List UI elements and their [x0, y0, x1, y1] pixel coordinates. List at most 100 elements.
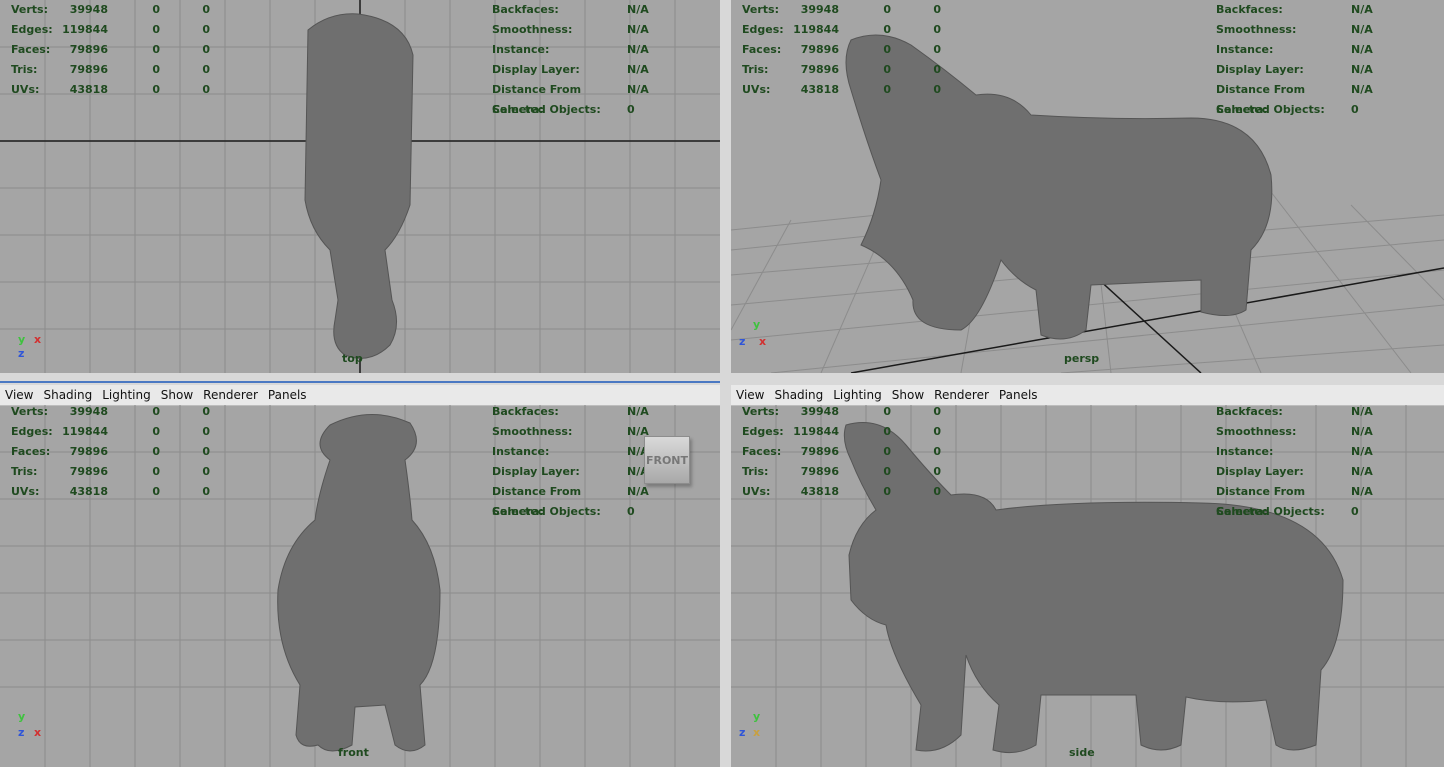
- hud-label: Display Layer:: [1216, 63, 1304, 76]
- hud-row: Edges: 119844 0 0: [0, 422, 210, 442]
- hud-value: 43818: [69, 485, 108, 498]
- hud-row: Display Layer: N/A: [1216, 462, 1391, 482]
- hud-value: 79896: [69, 465, 108, 478]
- camera-label: side: [1069, 746, 1095, 759]
- hud-row: Display Layer: N/A: [492, 60, 667, 80]
- menu-shading[interactable]: Shading: [769, 388, 828, 402]
- hud-value: 0: [152, 405, 160, 418]
- hud-value: 0: [933, 43, 941, 56]
- view-cube[interactable]: FRONT: [644, 436, 690, 484]
- hud-value: 0: [933, 405, 941, 418]
- hud-poly-count: Verts: 39948 0 0 Edges: 119844 0 0 Faces: 79896 0 0…: [731, 0, 941, 100]
- hud-label: Instance:: [492, 43, 550, 56]
- hud-value: 0: [883, 83, 891, 96]
- hud-value: 0: [883, 485, 891, 498]
- hud-value: 0: [883, 425, 891, 438]
- viewport-top[interactable]: Verts: 39948 0 0 Edges: 119844 0 0 Faces: 79896 0 0…: [0, 0, 720, 373]
- menu-lighting[interactable]: Lighting: [828, 388, 887, 402]
- hud-label: Tris:: [11, 63, 38, 76]
- hud-value: 0: [202, 485, 210, 498]
- menu-view[interactable]: View: [731, 388, 769, 402]
- hud-label: Faces:: [742, 43, 782, 56]
- camera-label: top: [342, 352, 363, 365]
- menu-show[interactable]: Show: [887, 388, 929, 402]
- hud-row: UVs: 43818 0 0: [731, 80, 941, 100]
- hud-value: 0: [202, 425, 210, 438]
- axis-y-label: y: [753, 318, 761, 331]
- viewport-persp[interactable]: Verts: 39948 0 0 Edges: 119844 0 0 Faces: 79896 0 0…: [731, 0, 1444, 373]
- hud-value: 0: [152, 23, 160, 36]
- hud-label: Selected Objects:: [1216, 505, 1325, 518]
- hud-value: 39948: [69, 3, 108, 16]
- hud-object-info: Backfaces: N/A Smoothness: N/A Instance: N/A D…: [1216, 402, 1391, 522]
- hud-value: 0: [933, 485, 941, 498]
- hud-row: Backfaces: N/A: [1216, 0, 1391, 20]
- hud-value: 0: [202, 63, 210, 76]
- camera-label: front: [338, 746, 369, 759]
- hud-value: 0: [627, 103, 635, 116]
- menu-lighting[interactable]: Lighting: [97, 388, 156, 402]
- hud-row: Edges: 119844 0 0: [731, 20, 941, 40]
- hud-value: 0: [933, 3, 941, 16]
- hud-value: 0: [152, 445, 160, 458]
- menu-panels[interactable]: Panels: [263, 388, 312, 402]
- hud-row: Selected Objects: 0: [1216, 100, 1391, 120]
- menu-show[interactable]: Show: [156, 388, 198, 402]
- hud-value: 0: [152, 485, 160, 498]
- hud-value: N/A: [627, 83, 649, 96]
- hud-value: 0: [152, 425, 160, 438]
- hud-label: Distance From Camera:: [492, 83, 582, 116]
- hud-row: Faces: 79896 0 0: [731, 442, 941, 462]
- hud-row: Distance From Camera: N/A: [492, 482, 667, 518]
- hud-value: 79896: [69, 63, 108, 76]
- hud-value: 0: [933, 425, 941, 438]
- hud-row: Distance From Camera: N/A: [492, 80, 667, 116]
- hud-value: 43818: [800, 83, 839, 96]
- hud-poly-count: Verts: 39948 0 0 Edges: 119844 0 0 Faces: 79896 0 0…: [0, 0, 210, 100]
- menu-shading[interactable]: Shading: [38, 388, 97, 402]
- hud-label: Selected Objects:: [1216, 103, 1325, 116]
- axis-x-label: x: [753, 726, 761, 739]
- hud-value: 0: [1351, 103, 1359, 116]
- viewport-front[interactable]: View Shading Lighting Show Renderer Panels Ve…: [0, 385, 720, 767]
- hud-label: Instance:: [1216, 445, 1274, 458]
- hud-label: Display Layer:: [492, 465, 580, 478]
- hud-value: 0: [933, 445, 941, 458]
- hud-poly-count: Verts: 39948 0 0 Edges: 119844 0 0 Faces: 79896 0 0…: [0, 402, 210, 502]
- hud-value: 119844: [62, 425, 108, 438]
- hud-row: Tris: 79896 0 0: [731, 462, 941, 482]
- hud-row: Instance: N/A: [492, 442, 667, 462]
- hud-row: Tris: 79896 0 0: [731, 60, 941, 80]
- hud-label: Distance From Camera:: [1216, 83, 1306, 116]
- hud-row: Verts: 39948 0 0: [0, 402, 210, 422]
- hud-row: UVs: 43818 0 0: [0, 80, 210, 100]
- hud-value: N/A: [1351, 63, 1373, 76]
- viewport-side[interactable]: View Shading Lighting Show Renderer Panels Ve…: [731, 385, 1444, 767]
- hud-value: 43818: [800, 485, 839, 498]
- hud-value: 0: [152, 63, 160, 76]
- menu-renderer[interactable]: Renderer: [198, 388, 263, 402]
- menu-renderer[interactable]: Renderer: [929, 388, 994, 402]
- hud-row: Selected Objects: 0: [492, 502, 667, 522]
- hud-value: 0: [152, 3, 160, 16]
- menu-view[interactable]: View: [0, 388, 38, 402]
- hud-value: 0: [883, 63, 891, 76]
- hud-value: N/A: [627, 23, 649, 36]
- hud-label: Selected Objects:: [492, 103, 601, 116]
- menu-panels[interactable]: Panels: [994, 388, 1043, 402]
- hud-value: 79896: [800, 63, 839, 76]
- hud-label: Tris:: [11, 465, 38, 478]
- hud-value: 0: [627, 505, 635, 518]
- axis-y-label: y: [18, 710, 26, 723]
- hud-poly-count: Verts: 39948 0 0 Edges: 119844 0 0 Faces: 79896 0 0…: [731, 402, 941, 502]
- panel-divider-vertical[interactable]: [720, 0, 731, 767]
- hud-value: N/A: [1351, 3, 1373, 16]
- hud-value: N/A: [627, 3, 649, 16]
- hud-value: 39948: [69, 405, 108, 418]
- hud-label: Verts:: [742, 3, 780, 16]
- hud-row: Tris: 79896 0 0: [0, 462, 210, 482]
- hud-label: Tris:: [742, 465, 769, 478]
- hud-row: Verts: 39948 0 0: [731, 0, 941, 20]
- hud-value: 43818: [69, 83, 108, 96]
- hud-label: Faces:: [742, 445, 782, 458]
